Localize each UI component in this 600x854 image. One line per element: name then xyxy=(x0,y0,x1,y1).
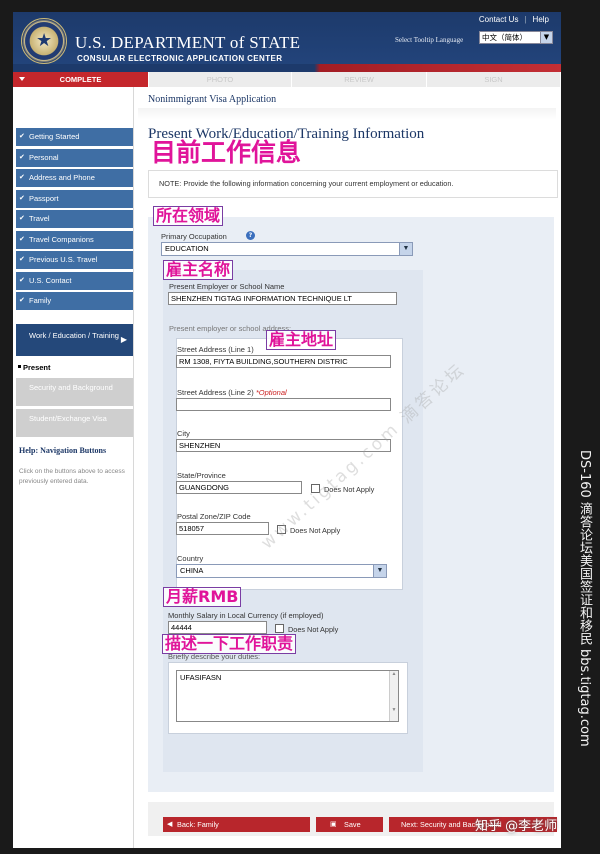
sidebar-item-work-education[interactable]: Work / Education / Training ▶ xyxy=(16,324,133,356)
language-select-value: 中文（简体） xyxy=(482,33,527,42)
arrow-left-icon: ◀ xyxy=(167,821,173,828)
sidebar-item-address-phone[interactable]: Address and Phone xyxy=(16,169,133,187)
annotation-salary: 月薪RMB xyxy=(163,587,242,608)
state-input[interactable]: GUANGDONG xyxy=(176,481,302,494)
optional-marker: *Optional xyxy=(255,388,287,397)
sidebar-item-getting-started[interactable]: Getting Started xyxy=(16,128,133,146)
sidebar-subitem-present[interactable]: Present xyxy=(18,363,51,372)
city-label: City xyxy=(177,429,190,438)
back-button[interactable]: ◀ Back: Family xyxy=(163,817,310,832)
sidebar-item-passport[interactable]: Passport xyxy=(16,190,133,208)
annotation-address: 雇主地址 xyxy=(266,330,337,351)
header-subtitle: CONSULAR ELECTRONIC APPLICATION CENTER xyxy=(77,54,283,63)
nav-help-text: Click on the buttons above to access pre… xyxy=(19,468,125,485)
annotation-employer: 雇主名称 xyxy=(163,260,234,281)
employer-name-label: Present Employer or School Name xyxy=(169,282,285,291)
annotation-title: 目前工作信息 xyxy=(151,138,302,167)
salary-label: Monthly Salary in Local Currency (if emp… xyxy=(168,611,324,620)
sidebar-item-personal[interactable]: Personal xyxy=(16,149,133,167)
primary-occupation-value: EDUCATION xyxy=(165,244,209,253)
country-select[interactable]: CHINA ▼ xyxy=(176,564,387,578)
contact-us-link[interactable]: Contact Us xyxy=(473,15,525,24)
street2-label-text: Street Address (Line 2) xyxy=(177,388,254,397)
screenshot-frame: U.S. DEPARTMENT of STATE CONSULAR ELECTR… xyxy=(13,12,561,848)
header-stripe xyxy=(13,64,561,72)
nav-help-title: Help: Navigation Buttons xyxy=(19,446,107,455)
language-select[interactable]: 中文（简体） ▼ xyxy=(479,31,553,44)
country-value: CHINA xyxy=(180,566,204,575)
step-review: REVIEW xyxy=(292,72,427,87)
chevron-down-icon[interactable]: ▼ xyxy=(540,32,552,43)
application-name-underline xyxy=(138,108,556,120)
progress-steps: COMPLETE PHOTO REVIEW SIGN xyxy=(13,72,561,87)
state-label: State/Province xyxy=(177,471,226,480)
help-link[interactable]: Help xyxy=(527,15,555,24)
primary-occupation-select[interactable]: EDUCATION ▼ xyxy=(161,242,413,256)
step-photo: PHOTO xyxy=(149,72,292,87)
sidebar-item-student-exchange: Student/Exchange Visa xyxy=(16,409,133,437)
back-button-label: Back: Family xyxy=(177,820,219,829)
street1-label: Street Address (Line 1) xyxy=(177,345,254,354)
department-title: U.S. DEPARTMENT of STATE xyxy=(75,33,301,52)
chevron-down-icon[interactable]: ▼ xyxy=(373,565,386,577)
textarea-scrollbar[interactable]: ▲ ▼ xyxy=(389,671,398,721)
sidebar-divider xyxy=(133,87,134,848)
department-seal-icon xyxy=(21,18,67,64)
step-sign: SIGN xyxy=(427,72,561,87)
sidebar-item-travel-companions[interactable]: Travel Companions xyxy=(16,231,133,249)
step-complete: COMPLETE xyxy=(13,72,149,87)
employer-name-input[interactable]: SHENZHEN TIGTAG INFORMATION TECHNIQUE LT xyxy=(168,292,397,305)
save-button[interactable]: ▣ Save xyxy=(316,817,383,832)
top-nav: Contact Us | Help xyxy=(473,15,555,24)
sidebar-item-previous-travel[interactable]: Previous U.S. Travel xyxy=(16,251,133,269)
save-button-label: Save xyxy=(344,820,361,829)
sidebar-item-travel[interactable]: Travel xyxy=(16,210,133,228)
help-icon[interactable]: ? xyxy=(246,231,255,240)
sidebar: Getting Started Personal Address and Pho… xyxy=(13,87,133,848)
primary-occupation-label: Primary Occupation xyxy=(161,232,227,241)
application-name: Nonimmigrant Visa Application xyxy=(148,94,277,105)
site-header: U.S. DEPARTMENT of STATE CONSULAR ELECTR… xyxy=(13,12,561,72)
sidebar-current-label: Work / Education / Training xyxy=(29,331,119,340)
duties-value: UFASIFASN xyxy=(180,673,222,682)
zhihu-credit: 知乎 @李老师 xyxy=(475,819,558,834)
save-disk-icon: ▣ xyxy=(330,821,337,828)
sidebar-item-family[interactable]: Family xyxy=(16,292,133,310)
sidebar-item-us-contact[interactable]: U.S. Contact xyxy=(16,272,133,290)
annotation-duties: 描述一下工作职责 xyxy=(162,634,297,655)
postal-label: Postal Zone/ZIP Code xyxy=(177,512,251,521)
salary-input[interactable]: 44444 xyxy=(168,621,267,634)
salary-does-not-apply-checkbox[interactable]: Does Not Apply xyxy=(275,624,338,634)
employment-note: NOTE: Provide the following information … xyxy=(148,170,558,198)
duties-textarea[interactable]: UFASIFASN ▲ ▼ xyxy=(176,670,399,722)
street1-input[interactable]: RM 1308, FIYTA BUILDING,SOUTHERN DISTRIC xyxy=(176,355,391,368)
chevron-right-icon: ▶ xyxy=(120,335,127,344)
chevron-down-icon[interactable]: ▼ xyxy=(399,243,412,255)
street2-input[interactable] xyxy=(176,398,391,411)
sidebar-item-security: Security and Background xyxy=(16,378,133,406)
tooltip-language-label: Select Tooltip Language xyxy=(395,36,464,44)
annotation-field: 所在领域 xyxy=(153,206,224,227)
street2-label: Street Address (Line 2) *Optional xyxy=(177,388,287,397)
side-caption: DS-160 滴答论坛美国签证和移民 bbs.tigtag.com xyxy=(577,450,592,747)
country-label: Country xyxy=(177,554,204,563)
